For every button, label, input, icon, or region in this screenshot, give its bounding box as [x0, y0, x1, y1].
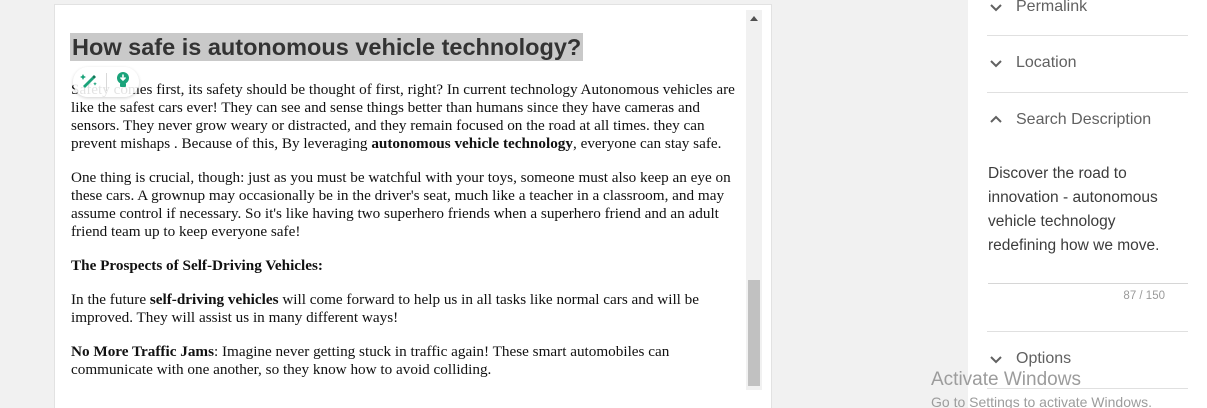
post-editor[interactable]: How safe is autonomous vehicle technolog…: [54, 4, 772, 408]
paragraph-supervision[interactable]: One thing is crucial, though: just as yo…: [71, 169, 737, 241]
character-counter: 87 / 150: [1123, 290, 1165, 302]
paragraph-safety[interactable]: Safety comes first, its safety should be…: [71, 81, 737, 153]
chevron-down-icon: [990, 60, 1002, 68]
subheading-prospects[interactable]: The Prospects of Self-Driving Vehicles:: [71, 257, 737, 275]
paragraph-traffic[interactable]: No More Traffic Jams: Imagine never gett…: [71, 343, 737, 379]
section-location[interactable]: Location: [988, 35, 1188, 91]
input-underline: [988, 283, 1188, 284]
section-permalink[interactable]: Permalink: [988, 0, 1188, 35]
paragraph-text: In the future: [71, 291, 150, 308]
section-label: Permalink: [1016, 0, 1088, 15]
watermark-title: Activate Windows: [931, 369, 1081, 390]
toolbar-divider: [105, 73, 107, 91]
section-label: Search Description: [1016, 111, 1152, 128]
magic-pen-button[interactable]: [77, 69, 102, 95]
search-description-input[interactable]: Discover the road to innovation - autono…: [988, 162, 1173, 258]
triangle-up-icon: [750, 16, 758, 21]
floating-toolbar: [73, 67, 139, 97]
chevron-down-icon: [990, 356, 1002, 364]
chevron-down-icon: [990, 4, 1002, 12]
scroll-up-button[interactable]: [746, 10, 762, 26]
section-label: Options: [1016, 350, 1072, 367]
editor-scrollbar[interactable]: [746, 10, 762, 390]
subheading-text: The Prospects of Self-Driving Vehicles:: [71, 257, 323, 274]
post-settings-panel: Permalink Location Search Description Di…: [968, 0, 1207, 408]
paragraph-text: , everyone can stay safe.: [572, 135, 722, 152]
post-heading[interactable]: How safe is autonomous vehicle technolog…: [70, 33, 584, 61]
watermark-subtitle: Go to Settings to activate Windows.: [931, 394, 1152, 408]
paragraph-future[interactable]: In the future self-driving vehicles will…: [71, 291, 737, 327]
bold-keyword: No More Traffic Jams: [71, 343, 214, 360]
scroll-thumb[interactable]: [748, 280, 760, 386]
idea-button[interactable]: [110, 69, 135, 95]
activation-watermark: Activate Windows Go to Settings to activ…: [931, 368, 1152, 408]
bold-keyword: autonomous vehicle technology: [371, 135, 573, 152]
editor-body[interactable]: How safe is autonomous vehicle technolog…: [70, 33, 737, 379]
section-search-description[interactable]: Search Description: [988, 92, 1188, 148]
chevron-up-icon: [990, 115, 1002, 123]
lightbulb-icon: [113, 70, 133, 95]
magic-pen-icon: [79, 70, 99, 95]
bold-keyword: self-driving vehicles: [149, 291, 279, 308]
section-label: Location: [1016, 54, 1077, 71]
